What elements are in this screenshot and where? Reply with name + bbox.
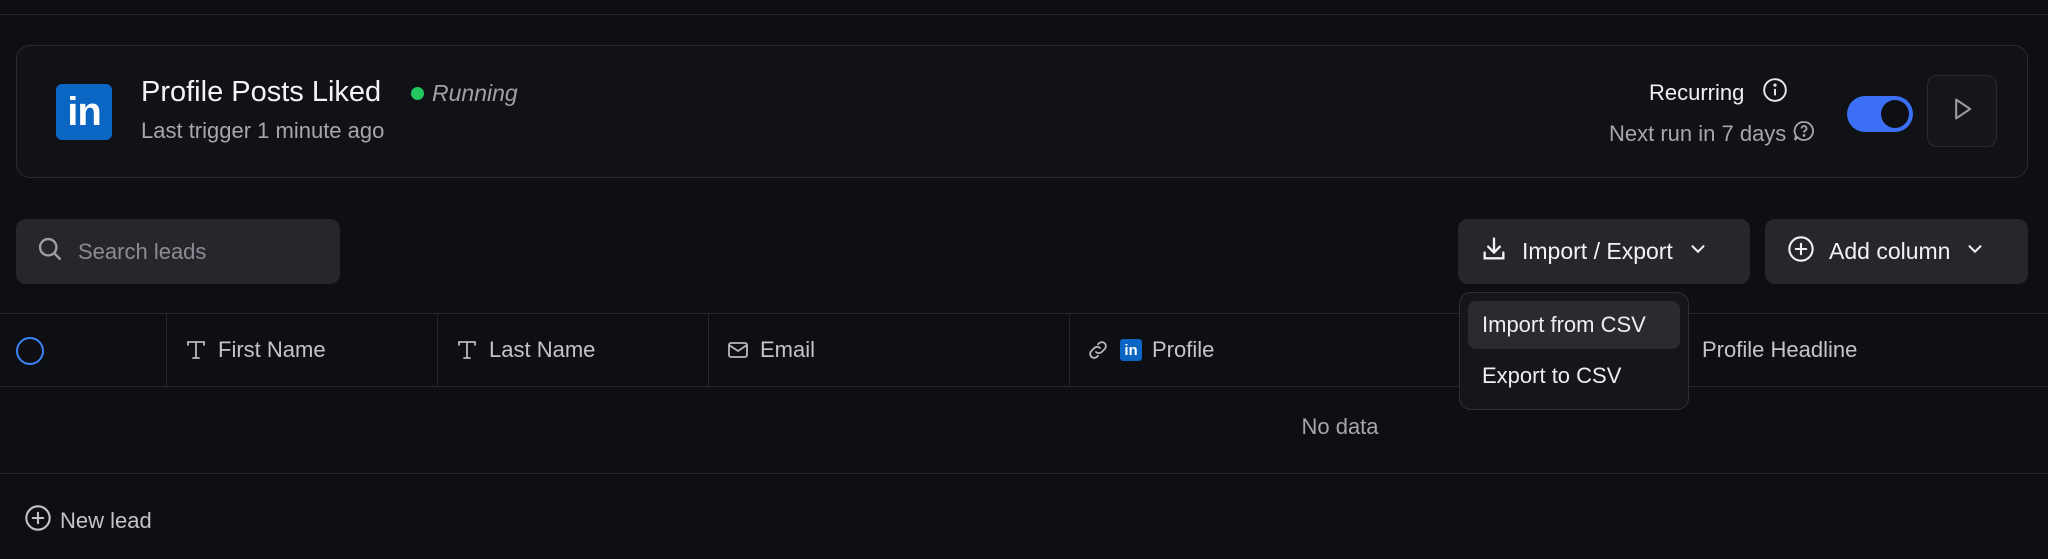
import-export-menu: Import from CSV Export to CSV xyxy=(1459,292,1689,410)
menu-item-export-csv[interactable]: Export to CSV xyxy=(1468,352,1680,400)
search-input[interactable] xyxy=(78,238,328,265)
add-column-label: Add column xyxy=(1829,238,1951,264)
recurring-toggle[interactable] xyxy=(1847,96,1913,132)
link-icon xyxy=(1086,338,1110,362)
add-column-button[interactable]: Add column xyxy=(1765,219,2028,284)
recurring-row: Recurring xyxy=(1649,77,1788,108)
select-all-checkbox[interactable] xyxy=(16,337,44,365)
new-lead-button[interactable]: New lead xyxy=(24,504,152,538)
download-icon xyxy=(1480,235,1508,269)
column-header-profile-headline[interactable]: Profile Headline xyxy=(1702,314,1857,386)
campaign-card: in Profile Posts Liked Running Last trig… xyxy=(16,45,2028,178)
chevron-down-icon xyxy=(1687,238,1709,266)
search-icon xyxy=(36,235,64,268)
text-type-icon xyxy=(184,338,208,362)
status-dot-icon xyxy=(411,87,424,100)
column-label: First Name xyxy=(218,337,326,362)
column-header-email[interactable]: Email xyxy=(726,314,815,386)
run-button[interactable] xyxy=(1927,75,1997,147)
column-divider xyxy=(1069,314,1070,386)
empty-state-text: No data xyxy=(1301,414,1379,439)
column-label: Profile xyxy=(1152,337,1215,362)
info-icon[interactable] xyxy=(1762,77,1788,108)
import-export-label: Import / Export xyxy=(1522,238,1673,264)
column-label: Profile Headline xyxy=(1702,337,1858,362)
import-export-button[interactable]: Import / Export xyxy=(1458,219,1750,284)
new-lead-label: New lead xyxy=(60,508,152,533)
column-header-profile[interactable]: in Profile xyxy=(1086,314,1214,386)
column-divider xyxy=(166,314,167,386)
next-run-label: Next run in 7 days xyxy=(1609,120,1787,146)
plus-circle-icon xyxy=(24,504,52,538)
plus-circle-icon xyxy=(1787,235,1815,269)
table-bottom-border xyxy=(0,473,2048,474)
last-trigger-text: Last trigger 1 minute ago xyxy=(141,118,385,143)
text-type-icon xyxy=(455,338,479,362)
play-icon xyxy=(1948,95,1976,128)
campaign-title: Profile Posts Liked xyxy=(141,76,382,108)
top-divider xyxy=(0,14,2048,15)
column-divider xyxy=(437,314,438,386)
mail-icon xyxy=(726,338,750,362)
column-label: Last Name xyxy=(489,337,596,362)
column-header-last-name[interactable]: Last Name xyxy=(455,314,595,386)
linkedin-icon: in xyxy=(1120,339,1142,361)
search-box xyxy=(16,219,340,284)
next-run-row: Next run in 7 days xyxy=(1609,119,1816,148)
help-bubble-icon[interactable] xyxy=(1792,119,1816,148)
chevron-down-icon xyxy=(1964,238,1986,266)
column-header-first-name[interactable]: First Name xyxy=(184,314,326,386)
menu-item-import-csv[interactable]: Import from CSV xyxy=(1468,301,1680,349)
toggle-knob xyxy=(1881,100,1909,128)
table-header-bottom-border xyxy=(0,386,2048,387)
status-text: Running xyxy=(432,80,518,106)
linkedin-logo-icon: in xyxy=(56,84,112,140)
recurring-label: Recurring xyxy=(1649,79,1745,105)
status-indicator: Running xyxy=(411,80,518,107)
column-divider xyxy=(708,314,709,386)
column-label: Email xyxy=(760,337,816,362)
